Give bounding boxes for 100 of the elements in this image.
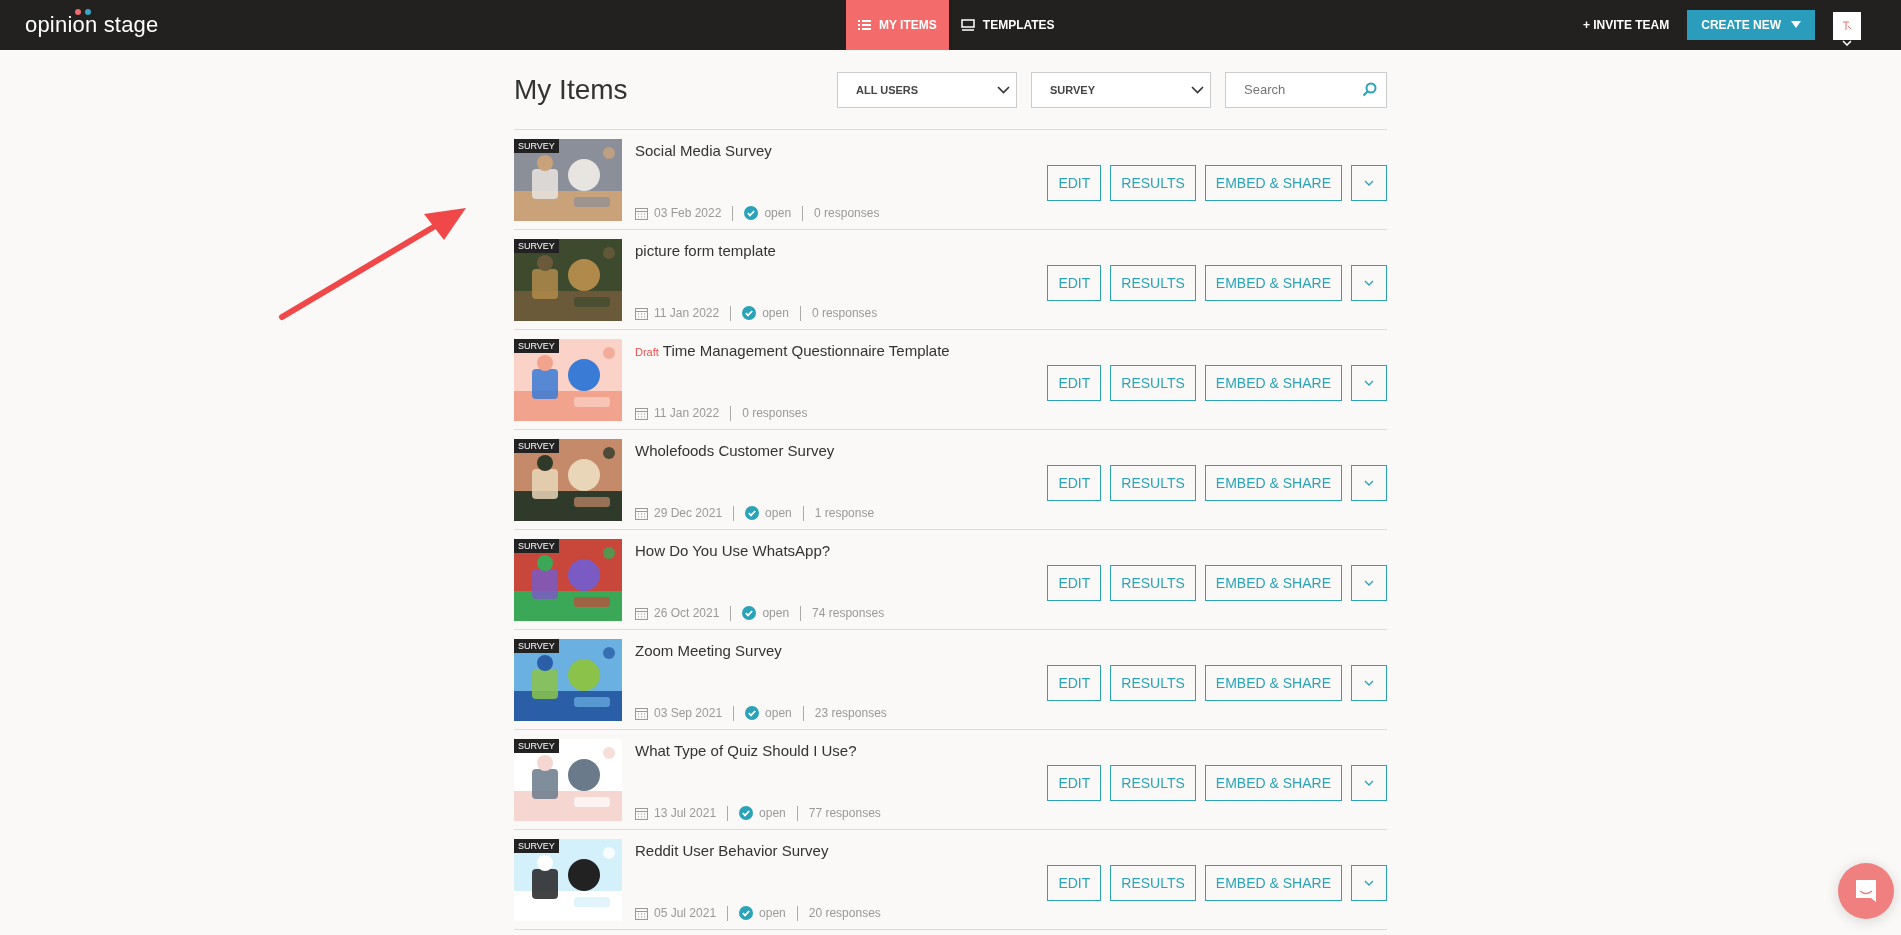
type-badge: SURVEY bbox=[514, 538, 559, 553]
item-responses: 0 responses bbox=[811, 306, 878, 320]
more-dropdown-button[interactable] bbox=[1351, 664, 1387, 701]
calendar-icon bbox=[635, 606, 648, 620]
type-badge: SURVEY bbox=[514, 238, 559, 253]
check-icon bbox=[745, 706, 760, 720]
type-badge: SURVEY bbox=[514, 838, 559, 853]
calendar-icon bbox=[635, 906, 648, 920]
chevron-down-icon bbox=[1364, 779, 1374, 786]
action-button[interactable]: RESULTS bbox=[1110, 464, 1196, 501]
check-icon bbox=[744, 206, 759, 220]
chevron-down-icon bbox=[1364, 179, 1374, 186]
item-responses: 0 responses bbox=[814, 206, 880, 220]
item-status: open bbox=[759, 906, 786, 920]
chevron-down-icon bbox=[1364, 479, 1374, 486]
action-button[interactable]: RESULTS bbox=[1110, 364, 1196, 401]
action-button[interactable]: EDIT bbox=[1047, 164, 1102, 201]
action-button[interactable]: EMBED & SHARE bbox=[1204, 864, 1342, 901]
chevron-down-icon bbox=[1191, 85, 1204, 94]
action-button[interactable]: RESULTS bbox=[1110, 564, 1196, 601]
more-dropdown-button[interactable] bbox=[1351, 264, 1387, 301]
item-title[interactable]: What Type of Quiz Should I Use? bbox=[635, 741, 857, 759]
more-dropdown-button[interactable] bbox=[1351, 364, 1387, 401]
item-date: 13 Jul 2021 bbox=[654, 806, 717, 820]
item-title[interactable]: Social Media Survey bbox=[635, 141, 772, 159]
more-dropdown-button[interactable] bbox=[1351, 564, 1387, 601]
item-title[interactable]: How Do You Use WhatsApp? bbox=[635, 541, 831, 559]
action-button[interactable]: EMBED & SHARE bbox=[1204, 164, 1342, 201]
action-button[interactable]: EDIT bbox=[1047, 564, 1102, 601]
item-title[interactable]: Wholefoods Customer Survey bbox=[635, 441, 835, 459]
type-badge: SURVEY bbox=[514, 438, 559, 453]
action-button[interactable]: EDIT bbox=[1047, 364, 1102, 401]
invite-team-link[interactable]: + INVITE TEAM bbox=[1582, 18, 1670, 32]
chat-icon bbox=[1853, 878, 1879, 904]
action-button[interactable]: EMBED & SHARE bbox=[1204, 364, 1342, 401]
item-status: open bbox=[759, 806, 786, 820]
more-dropdown-button[interactable] bbox=[1351, 464, 1387, 501]
action-button[interactable]: RESULTS bbox=[1110, 664, 1196, 701]
search-field[interactable]: Search bbox=[1225, 71, 1387, 108]
filter-dropdown[interactable]: SURVEY bbox=[1031, 71, 1211, 108]
item-title[interactable]: Time Management Questionnaire Template bbox=[662, 341, 950, 359]
filter-dropdown[interactable]: ALL USERS bbox=[837, 71, 1017, 108]
action-button[interactable]: EMBED & SHARE bbox=[1204, 564, 1342, 601]
calendar-icon bbox=[635, 206, 648, 220]
logo[interactable]: opinion stage bbox=[25, 12, 159, 38]
item-title[interactable]: Reddit User Behavior Survey bbox=[635, 841, 829, 859]
item-date: 11 Jan 2022 bbox=[654, 406, 720, 420]
calendar-icon bbox=[635, 506, 648, 520]
template-icon bbox=[960, 19, 975, 31]
item-date: 11 Jan 2022 bbox=[654, 306, 720, 320]
action-button[interactable]: RESULTS bbox=[1110, 864, 1196, 901]
more-dropdown-button[interactable] bbox=[1351, 164, 1387, 201]
item-status: open bbox=[764, 206, 792, 220]
action-button[interactable]: EMBED & SHARE bbox=[1204, 464, 1342, 501]
caret-icon bbox=[1791, 21, 1801, 29]
nav-tab[interactable]: TEMPLATES bbox=[948, 0, 1067, 50]
item-status: open bbox=[762, 606, 790, 620]
calendar-icon bbox=[635, 706, 648, 720]
action-button[interactable]: EMBED & SHARE bbox=[1204, 264, 1342, 301]
search-icon bbox=[1362, 81, 1377, 97]
check-icon bbox=[739, 906, 754, 920]
item-responses: 77 responses bbox=[808, 806, 881, 820]
draft-label: Draft bbox=[635, 345, 659, 358]
more-dropdown-button[interactable] bbox=[1351, 764, 1387, 801]
action-button[interactable]: RESULTS bbox=[1110, 164, 1196, 201]
action-button[interactable]: EDIT bbox=[1047, 864, 1102, 901]
item-date: 05 Jul 2021 bbox=[654, 906, 717, 920]
action-button[interactable]: EDIT bbox=[1047, 264, 1102, 301]
chevron-down-icon bbox=[1364, 679, 1374, 686]
calendar-icon bbox=[635, 406, 648, 420]
page-title: My Items bbox=[514, 73, 628, 106]
item-title[interactable]: Zoom Meeting Survey bbox=[635, 641, 782, 659]
chat-button[interactable] bbox=[1838, 863, 1894, 919]
chevron-down-icon bbox=[1364, 579, 1374, 586]
action-button[interactable]: EMBED & SHARE bbox=[1204, 764, 1342, 801]
calendar-icon bbox=[635, 306, 648, 320]
item-date: 29 Dec 2021 bbox=[654, 506, 723, 520]
check-icon bbox=[745, 506, 760, 520]
item-title[interactable]: picture form template bbox=[635, 241, 776, 259]
action-button[interactable]: RESULTS bbox=[1110, 264, 1196, 301]
chevron-down-icon[interactable] bbox=[1842, 40, 1852, 46]
nav-tab[interactable]: MY ITEMS bbox=[846, 0, 949, 50]
more-dropdown-button[interactable] bbox=[1351, 864, 1387, 901]
type-badge: SURVEY bbox=[514, 138, 559, 153]
create-new-button[interactable]: CREATE NEW bbox=[1687, 10, 1815, 40]
action-button[interactable]: EMBED & SHARE bbox=[1204, 664, 1342, 701]
chevron-down-icon bbox=[997, 85, 1010, 94]
item-status: open bbox=[765, 506, 792, 520]
check-icon bbox=[742, 606, 757, 620]
action-button[interactable]: RESULTS bbox=[1110, 764, 1196, 801]
chevron-down-icon bbox=[1364, 379, 1374, 386]
item-responses: 23 responses bbox=[814, 706, 887, 720]
action-button[interactable]: EDIT bbox=[1047, 464, 1102, 501]
action-button[interactable]: EDIT bbox=[1047, 764, 1102, 801]
type-badge: SURVEY bbox=[514, 738, 559, 753]
action-button[interactable]: EDIT bbox=[1047, 664, 1102, 701]
calendar-icon bbox=[635, 806, 648, 820]
item-status: open bbox=[762, 306, 789, 320]
chevron-down-icon bbox=[1364, 879, 1374, 886]
item-responses: 1 response bbox=[814, 506, 875, 520]
